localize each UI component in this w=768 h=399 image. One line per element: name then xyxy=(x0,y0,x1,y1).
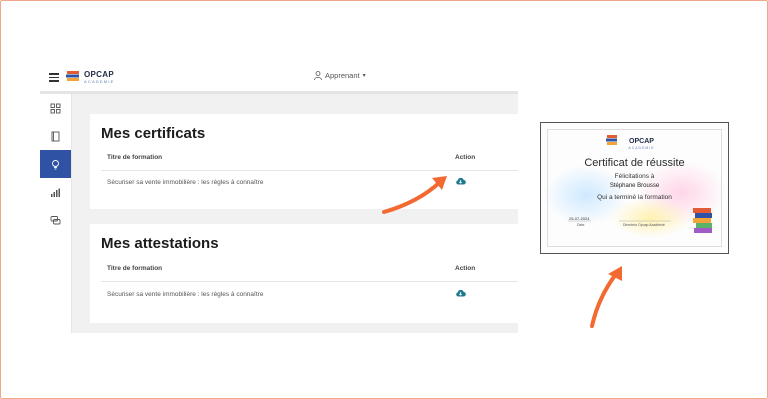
user-label: Apprenant xyxy=(325,71,360,80)
attestations-title: Mes attestations xyxy=(101,235,219,252)
table-row-formation: Sécuriser sa vente immobilière : les règ… xyxy=(107,291,264,298)
certificates-title: Mes certificats xyxy=(101,125,206,142)
sidebar-item-messages[interactable] xyxy=(40,206,71,234)
table-divider xyxy=(101,281,518,282)
certificate-brand-name: OPCAP xyxy=(629,138,654,145)
sidebar-item-stats[interactable] xyxy=(40,178,71,206)
sidebar-item-courses[interactable] xyxy=(40,122,71,150)
certificate-recipient: Stéphane Brousse xyxy=(609,183,660,189)
top-bar: OPCAP ACADEMIE Apprenant ▾ xyxy=(40,63,518,91)
sidebar xyxy=(40,94,72,333)
chat-icon xyxy=(50,215,61,224)
book-icon xyxy=(51,131,60,141)
attestations-card: Mes attestations Titre de formation Acti… xyxy=(90,224,518,323)
certificate-date-label: Date xyxy=(577,223,585,227)
bar-chart-icon xyxy=(51,188,60,197)
lightbulb-icon xyxy=(52,159,59,169)
annotation-arrow xyxy=(590,266,622,328)
certificate-date-value: 25-07-2024 xyxy=(569,216,590,221)
grid-icon xyxy=(50,103,61,113)
user-menu[interactable]: Apprenant ▾ xyxy=(314,71,366,80)
certificate-title: Certificat de réussite xyxy=(584,157,685,169)
certificate-director: Directeur Opcap Académie xyxy=(623,223,665,227)
certificate-congrats: Félicitations à xyxy=(614,173,655,180)
certificate-brand-subtitle: ACADEMIE xyxy=(628,146,655,150)
table-divider xyxy=(101,170,518,171)
caret-down-icon: ▾ xyxy=(362,73,366,79)
brand[interactable]: OPCAP ACADEMIE xyxy=(84,71,115,84)
sidebar-item-dashboard[interactable] xyxy=(40,94,71,122)
col-header-formation: Titre de formation xyxy=(107,154,163,161)
col-header-action: Action xyxy=(455,265,476,272)
logo-books-icon xyxy=(66,71,79,81)
user-icon xyxy=(314,71,322,80)
menu-icon[interactable] xyxy=(49,73,59,82)
cloud-download-icon[interactable] xyxy=(455,177,466,185)
brand-name: OPCAP xyxy=(84,70,114,79)
certificate-preview: OPCAP ACADEMIE Certificat de réussite Fé… xyxy=(540,122,729,254)
annotation-arrow xyxy=(382,176,447,214)
sidebar-item-certificates[interactable] xyxy=(40,150,71,178)
brand-subtitle: ACADEMIE xyxy=(84,79,115,84)
cloud-download-icon[interactable] xyxy=(455,289,466,297)
certificate-completed-text: Qui a terminé la formation xyxy=(597,194,672,201)
table-row-formation: Sécuriser sa vente immobilière : les règ… xyxy=(107,179,264,186)
col-header-formation: Titre de formation xyxy=(107,265,163,272)
col-header-action: Action xyxy=(455,154,476,161)
